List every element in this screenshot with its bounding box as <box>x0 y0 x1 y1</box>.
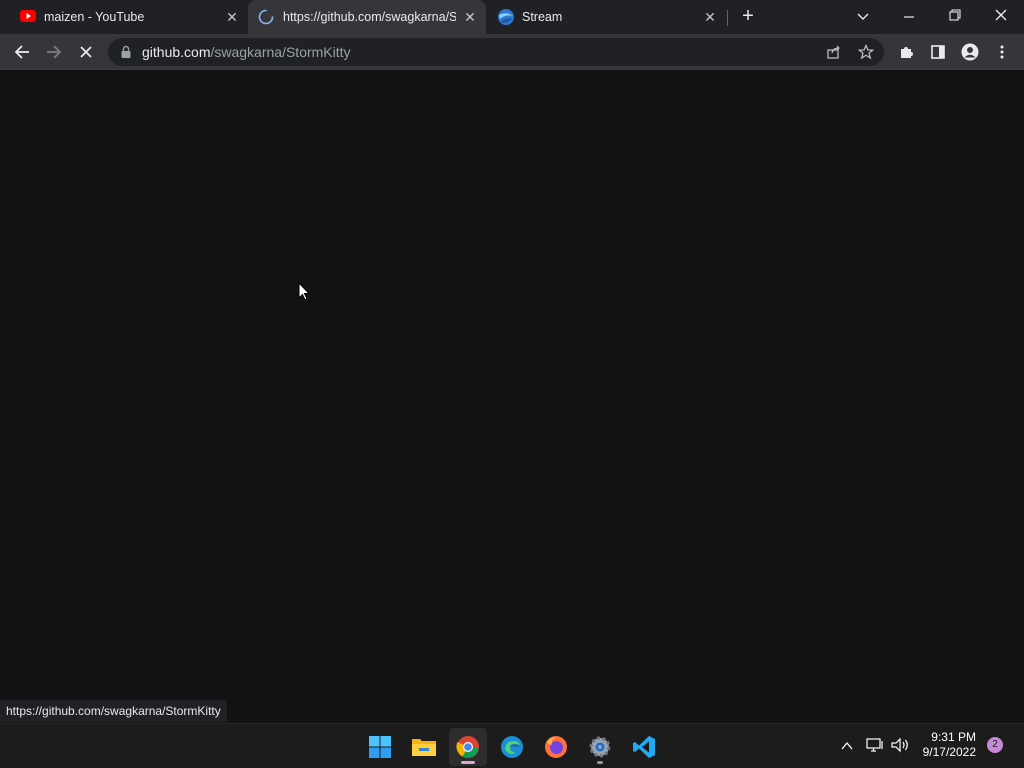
share-icon[interactable] <box>826 44 842 60</box>
tab-separator <box>727 10 728 26</box>
start-button[interactable] <box>361 728 399 766</box>
status-bubble: https://github.com/swagkarna/StormKitty <box>0 700 227 722</box>
extensions-button[interactable] <box>890 36 922 68</box>
kebab-menu-icon <box>1000 45 1004 59</box>
bookmark-star-icon[interactable] <box>858 44 874 60</box>
firefox-icon <box>545 736 567 758</box>
url-text: github.com/swagkarna/StormKitty <box>142 44 351 60</box>
tab-stream[interactable]: Stream ✕ <box>488 0 726 34</box>
close-tab-icon[interactable]: ✕ <box>702 9 718 25</box>
taskbar-file-explorer[interactable] <box>405 728 443 766</box>
notification-badge[interactable]: 2 <box>987 737 1003 753</box>
new-tab-button[interactable]: + <box>736 4 760 28</box>
address-bar[interactable]: github.com/swagkarna/StormKitty <box>108 38 884 66</box>
taskbar-chrome[interactable] <box>449 728 487 766</box>
taskbar-clock[interactable]: 9:31 PM 9/17/2022 <box>923 730 976 760</box>
close-window-icon[interactable] <box>994 8 1008 22</box>
active-app-indicator <box>461 761 475 764</box>
vscode-icon <box>633 736 655 758</box>
puzzle-icon <box>901 47 913 58</box>
back-button[interactable] <box>6 36 38 68</box>
menu-button[interactable] <box>986 36 1018 68</box>
arrow-right-icon <box>47 45 62 59</box>
taskbar-vscode[interactable] <box>625 728 663 766</box>
close-icon <box>80 46 92 58</box>
running-app-indicator <box>597 761 603 764</box>
arrow-left-icon <box>14 45 29 59</box>
url-path: /swagkarna/StormKitty <box>210 44 351 60</box>
lock-icon <box>121 45 131 58</box>
tab-github[interactable]: https://github.com/swagkarna/St ✕ <box>248 0 486 34</box>
loading-spinner-icon <box>258 9 274 25</box>
volume-icon[interactable] <box>890 737 910 753</box>
youtube-icon <box>20 10 36 22</box>
windows-start-icon <box>369 736 391 758</box>
tab-strip: maizen - YouTube ✕ https://github.com/sw… <box>0 0 1024 34</box>
tab-title: https://github.com/swagkarna/St <box>283 10 456 24</box>
close-tab-icon[interactable]: ✕ <box>224 9 240 25</box>
globe-stream-icon <box>498 9 514 25</box>
taskbar-settings[interactable] <box>581 728 619 766</box>
person-icon <box>961 43 979 61</box>
windows-taskbar: 9:31 PM 9/17/2022 2 <box>0 723 1024 768</box>
settings-gear-icon <box>589 736 611 758</box>
side-panel-button[interactable] <box>922 36 954 68</box>
url-host: github.com <box>142 44 211 60</box>
close-tab-icon[interactable]: ✕ <box>462 9 478 25</box>
tab-title: Stream <box>522 10 563 24</box>
forward-button[interactable] <box>38 36 70 68</box>
minimize-icon[interactable] <box>902 10 916 24</box>
chevron-down-icon[interactable] <box>856 10 870 24</box>
network-icon[interactable] <box>866 737 884 753</box>
mouse-cursor-icon <box>298 282 310 301</box>
chrome-icon <box>456 736 479 758</box>
browser-toolbar: github.com/swagkarna/StormKitty <box>0 34 1024 70</box>
chevron-up-icon[interactable] <box>840 739 854 753</box>
file-explorer-icon <box>412 739 436 756</box>
profile-button[interactable] <box>954 36 986 68</box>
clock-date: 9/17/2022 <box>922 745 976 759</box>
stop-loading-button[interactable] <box>70 36 102 68</box>
taskbar-firefox[interactable] <box>537 728 575 766</box>
edge-icon <box>501 736 523 758</box>
tab-title: maizen - YouTube <box>44 10 145 24</box>
restore-icon[interactable] <box>948 8 962 22</box>
side-panel-icon <box>931 45 945 59</box>
page-content <box>0 71 1024 723</box>
taskbar-edge[interactable] <box>493 728 531 766</box>
tab-youtube[interactable]: maizen - YouTube ✕ <box>8 0 246 34</box>
clock-time: 9:31 PM <box>931 730 976 744</box>
